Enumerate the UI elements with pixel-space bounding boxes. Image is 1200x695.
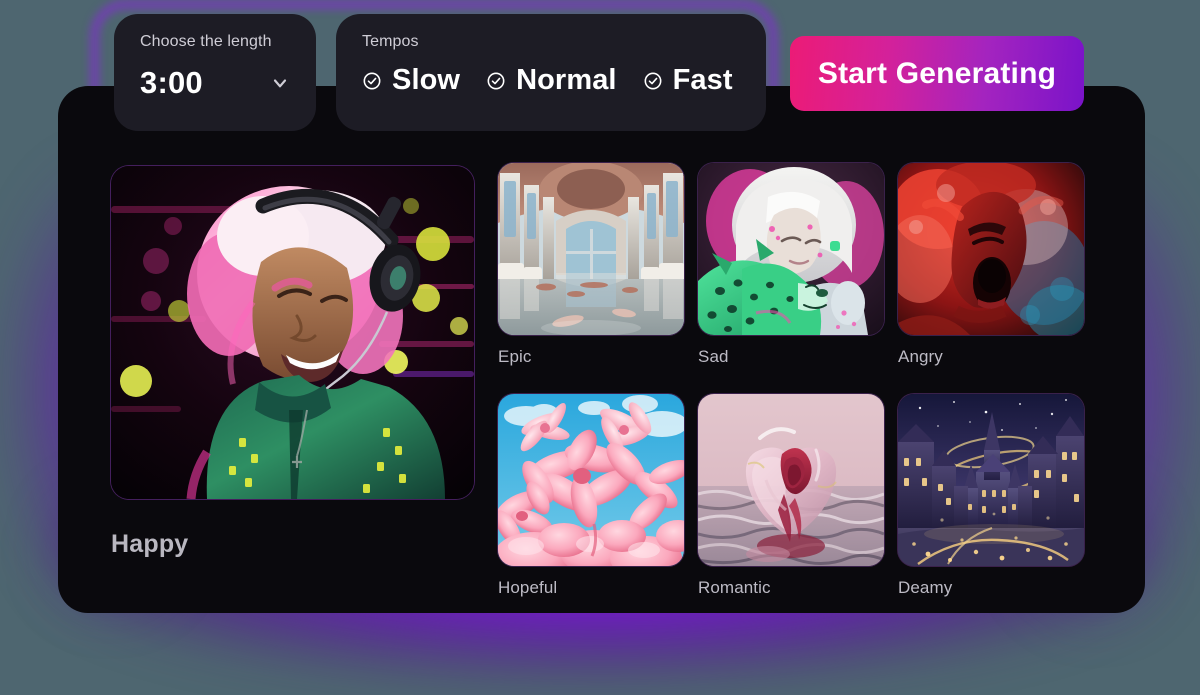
mood-tile-epic[interactable]: Epic [498,163,684,367]
angry-red-scream-art [898,163,1084,335]
tempo-option-normal[interactable]: Normal [486,64,617,97]
tempo-options: Slow Normal Fast [362,64,766,97]
mood-label: Sad [698,347,729,366]
screenshot-stage: Choose the length 3:00 Tempos Slow Norma… [0,0,1200,695]
epic-cathedral-art [498,163,684,335]
length-dropdown[interactable]: 3:00 [140,65,294,101]
mood-thumbnail[interactable] [898,163,1084,335]
tempo-label: Slow [392,64,461,96]
mood-thumbnail[interactable] [898,394,1084,566]
length-value: 3:00 [140,65,203,100]
hopeful-pink-flowers-art [498,394,684,566]
romantic-glass-heart-art [698,394,884,566]
mood-thumbnail[interactable] [498,163,684,335]
featured-mood-thumbnail[interactable] [111,166,474,499]
mood-tile-deamy[interactable]: Deamy [898,394,1084,598]
mood-tile-angry[interactable]: Angry [898,163,1084,367]
check-circle-icon [487,72,505,89]
chevron-down-icon[interactable] [270,73,290,93]
mood-thumbnail[interactable] [698,394,884,566]
tempo-label: Fast [672,64,733,96]
featured-mood: Happy [111,166,474,559]
mood-label: Deamy [898,578,953,597]
mood-thumbnail[interactable] [698,163,884,335]
check-circle-icon [363,72,381,89]
mood-tile-romantic[interactable]: Romantic [698,394,884,598]
tempos-panel: Tempos Slow Normal Fast [336,14,766,131]
sad-girl-leopard-art [698,163,884,335]
mood-gallery: Happy Epic Sad Angry Hopeful Romantic De… [58,86,1145,613]
tempo-label: Normal [516,64,617,96]
mood-label: Angry [898,347,943,366]
mood-label: Hopeful [498,578,558,597]
mood-thumbnail[interactable] [498,394,684,566]
mood-label: Epic [498,347,532,366]
mood-label: Romantic [698,578,771,597]
mood-grid: Epic Sad Angry Hopeful Romantic Deamy [498,163,1098,598]
check-circle-icon [644,72,662,89]
mood-tile-sad[interactable]: Sad [698,163,884,367]
length-caption: Choose the length [140,33,272,50]
tempo-option-slow[interactable]: Slow [362,64,460,97]
length-selector-panel[interactable]: Choose the length 3:00 [114,14,316,131]
tempo-option-fast[interactable]: Fast [643,64,733,97]
featured-mood-label: Happy [111,530,189,558]
mood-tile-hopeful[interactable]: Hopeful [498,394,684,598]
happy-headphones-portrait-art [111,166,474,499]
dreamy-night-castle-art [898,394,1084,566]
start-generating-button[interactable]: Start Generating [790,36,1084,111]
tempos-caption: Tempos [362,33,419,50]
